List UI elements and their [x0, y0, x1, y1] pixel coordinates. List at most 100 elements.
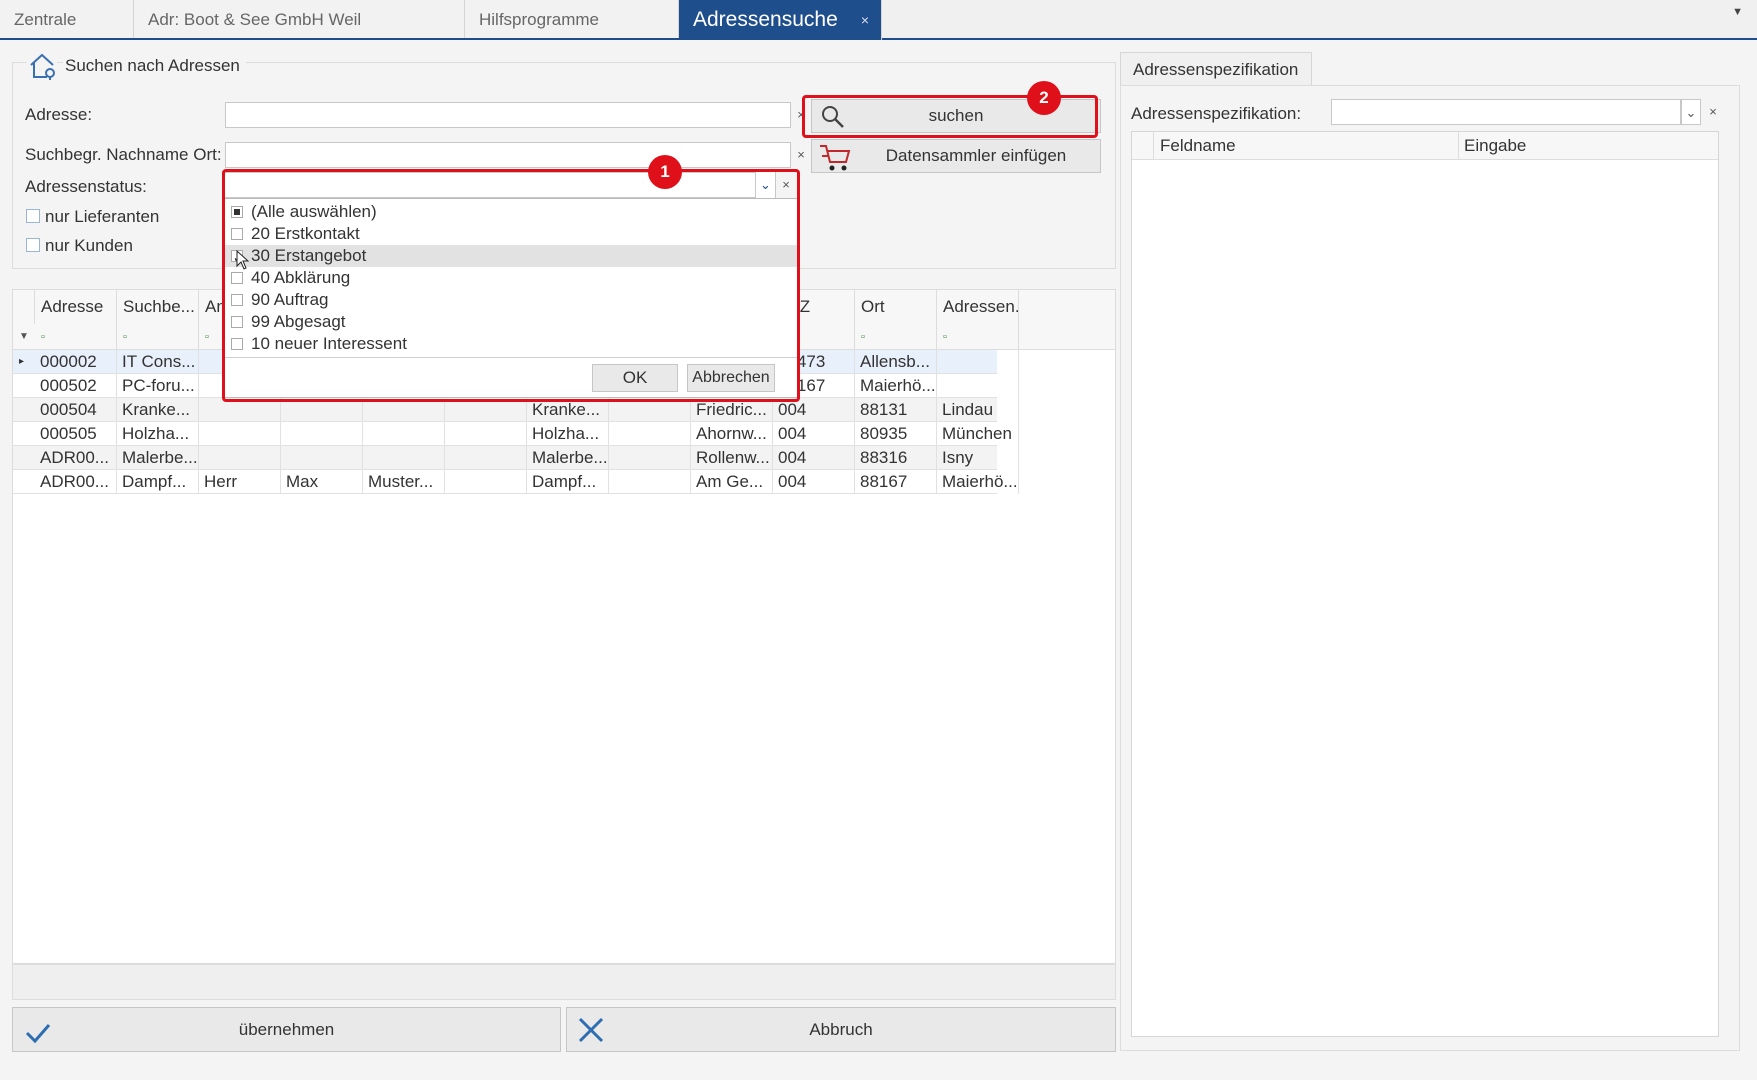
- table-cell: Holzha...: [527, 422, 609, 446]
- table-cell: 88316: [855, 446, 937, 470]
- table-cell: Maierhö...: [937, 470, 1019, 494]
- table-cell: [199, 422, 281, 446]
- grid-col-header[interactable]: Suchbe...: [117, 290, 199, 324]
- table-cell: München: [937, 422, 1019, 446]
- search-term-clear-icon[interactable]: ×: [791, 142, 811, 168]
- table-cell: Malerbe...: [527, 446, 609, 470]
- table-cell: Rollenw...: [691, 446, 773, 470]
- grid-col-header[interactable]: Ort: [855, 290, 937, 324]
- spec-row-indicator-header: [1132, 132, 1154, 160]
- table-cell: 004: [773, 470, 855, 494]
- table-cell: [363, 422, 445, 446]
- table-cell: Isny: [937, 446, 1019, 470]
- table-cell: [363, 446, 445, 470]
- table-row[interactable]: ADR00... Malerbe... Malerbe... Rollenw... 00…: [13, 446, 1019, 470]
- table-cell: [937, 374, 1019, 398]
- spec-col-input[interactable]: Eingabe: [1464, 136, 1526, 156]
- spec-tab-label: Adressenspezifikation: [1133, 60, 1299, 79]
- table-cell: 000002: [35, 350, 117, 374]
- tab-zentrale[interactable]: Zentrale: [0, 0, 134, 38]
- table-cell: Muster...: [363, 470, 445, 494]
- search-group-title: Suchen nach Adressen: [63, 56, 246, 76]
- grid-footer-bar: [12, 964, 1116, 1000]
- table-cell: Herr: [199, 470, 281, 494]
- only-customers-checkbox[interactable]: [26, 238, 40, 252]
- annotation-badge-1: 1: [648, 155, 682, 189]
- table-cell: ADR00...: [35, 446, 117, 470]
- search-term-label: Suchbegr. Nachname Ort:: [25, 145, 222, 164]
- grid-filter-cell[interactable]: ▫: [117, 324, 199, 350]
- table-cell: 80935: [855, 422, 937, 446]
- table-cell: [609, 470, 691, 494]
- highlight-box-1: [222, 169, 800, 402]
- spec-grid: Feldname Eingabe: [1131, 131, 1719, 1037]
- tab-label: Zentrale: [14, 10, 77, 29]
- cart-icon: [818, 142, 852, 185]
- address-input[interactable]: [225, 102, 791, 128]
- spec-tab[interactable]: Adressenspezifikation: [1120, 52, 1312, 86]
- table-cell: 88131: [855, 398, 937, 422]
- table-row[interactable]: ADR00... Dampf... Herr Max Muster... Dampf...…: [13, 470, 1019, 494]
- table-cell: Max: [281, 470, 363, 494]
- checkmark-icon: [25, 1018, 51, 1061]
- table-cell: [445, 470, 527, 494]
- only-suppliers-checkbox[interactable]: [26, 209, 40, 223]
- tab-label: Hilfsprogramme: [479, 10, 599, 29]
- grid-col-header[interactable]: Adresse: [35, 290, 117, 324]
- table-cell: PC-foru...: [117, 374, 199, 398]
- grid-filter-cell[interactable]: ▫: [35, 324, 117, 350]
- table-cell: Holzha...: [117, 422, 199, 446]
- table-cell: Dampf...: [527, 470, 609, 494]
- table-cell: [281, 422, 363, 446]
- abort-button[interactable]: Abbruch: [566, 1007, 1116, 1052]
- tab-label: Adr: Boot & See GmbH Weil: [148, 10, 362, 29]
- only-customers-label: nur Kunden: [45, 236, 133, 255]
- spec-input[interactable]: [1331, 99, 1681, 125]
- table-cell: Kranke...: [117, 398, 199, 422]
- table-cell: Dampf...: [117, 470, 199, 494]
- spec-col-divider: [1458, 132, 1459, 160]
- grid-col-header[interactable]: Adressen...: [937, 290, 1019, 324]
- add-to-collector-label: Datensammler einfügen: [885, 146, 1067, 165]
- table-cell: 000502: [35, 374, 117, 398]
- current-row-arrow-icon: ▸: [19, 356, 25, 367]
- spec-clear-icon[interactable]: ×: [1703, 99, 1723, 125]
- grid-filter-cell[interactable]: ▫: [937, 324, 1019, 350]
- status-label: Adressenstatus:: [25, 177, 147, 196]
- table-cell: [199, 446, 281, 470]
- table-cell: [445, 422, 527, 446]
- tab-menu-chevron-icon[interactable]: ▼: [1732, 6, 1743, 18]
- table-cell: Malerbe...: [117, 446, 199, 470]
- grid-filter-cell[interactable]: ▫: [855, 324, 937, 350]
- home-search-icon: [27, 51, 57, 81]
- table-cell: ADR00...: [35, 470, 117, 494]
- abort-button-label: Abbruch: [809, 1020, 873, 1039]
- mouse-cursor-icon: [236, 249, 250, 275]
- apply-button[interactable]: übernehmen: [12, 1007, 561, 1052]
- apply-button-label: übernehmen: [238, 1020, 335, 1039]
- tab-bar: Zentrale Adr: Boot & See GmbH Weil Hilfs…: [0, 0, 1757, 40]
- tab-close-icon[interactable]: ×: [861, 0, 869, 40]
- table-row[interactable]: 000505 Holzha... Holzha... Ahornw... 004 8093…: [13, 422, 1019, 446]
- spec-col-fieldname[interactable]: Feldname: [1160, 136, 1236, 156]
- table-cell: 004: [773, 422, 855, 446]
- table-cell: 000504: [35, 398, 117, 422]
- tab-label: Adressensuche: [693, 8, 838, 31]
- table-cell: IT Cons...: [117, 350, 199, 374]
- filter-icon[interactable]: ▼: [13, 324, 35, 350]
- spec-chevron-down-icon[interactable]: ⌄: [1681, 99, 1701, 125]
- address-label: Adresse:: [25, 105, 93, 124]
- table-cell: 88167: [855, 470, 937, 494]
- spec-label: Adressenspezifikation:: [1131, 104, 1302, 123]
- table-cell: Am Ge...: [691, 470, 773, 494]
- search-term-input[interactable]: [225, 142, 791, 168]
- close-x-icon: [577, 1016, 605, 1060]
- table-cell: [609, 446, 691, 470]
- tab-address-boot-see[interactable]: Adr: Boot & See GmbH Weil: [134, 0, 465, 38]
- table-cell: [937, 350, 1019, 374]
- tab-adressensuche[interactable]: Adressensuche ×: [679, 0, 882, 40]
- table-cell: Lindau: [937, 398, 1019, 422]
- add-to-collector-button[interactable]: Datensammler einfügen: [811, 139, 1101, 173]
- table-cell: [281, 446, 363, 470]
- tab-hilfsprogramme[interactable]: Hilfsprogramme: [465, 0, 679, 38]
